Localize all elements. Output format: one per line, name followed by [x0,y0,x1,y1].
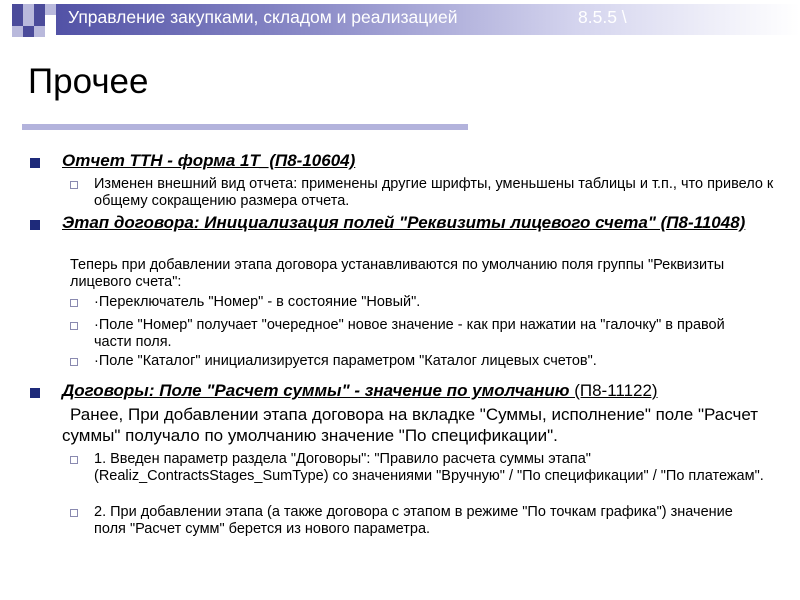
item-heading-text: Договоры: Поле "Расчет суммы" - значение… [62,381,570,400]
slide-content: Отчет ТТН - форма 1Т_(П8-10604) Изменен … [0,0,800,600]
list-item: Изменен внешний вид отчета: применены др… [94,176,774,209]
bullet-square-icon [30,388,40,398]
item-heading: Отчет ТТН - форма 1Т_(П8-10604) [62,151,356,170]
item-heading-code: (П8-11122) [569,381,658,400]
sub-bullet-square-icon [70,358,78,366]
sub-bullet-square-icon [70,299,78,307]
list-item: ·Поле "Каталог" инициализируется парамет… [94,353,597,369]
sub-bullet-square-icon [70,322,78,330]
item-heading: Этап договора: Инициализация полей "Рекв… [62,213,746,232]
item-intro: Теперь при добавлении этапа договора уст… [70,257,725,290]
list-item: ·Поле "Номер" получает "очередное" новое… [94,317,725,350]
item-heading: Договоры: Поле "Расчет суммы" - значение… [62,381,782,401]
list-item: 2. При добавлении этапа (а также договор… [94,504,733,537]
sub-bullet-square-icon [70,181,78,189]
list-item: ·Переключатель "Номер" - в состояние "Но… [94,294,421,310]
list-item: 1. Введен параметр раздела "Договоры": "… [94,451,764,484]
bullet-square-icon [30,158,40,168]
item-intro: Ранее, При добавлении этапа договора на … [62,405,759,445]
sub-bullet-square-icon [70,509,78,517]
bullet-square-icon [30,220,40,230]
sub-bullet-square-icon [70,456,78,464]
